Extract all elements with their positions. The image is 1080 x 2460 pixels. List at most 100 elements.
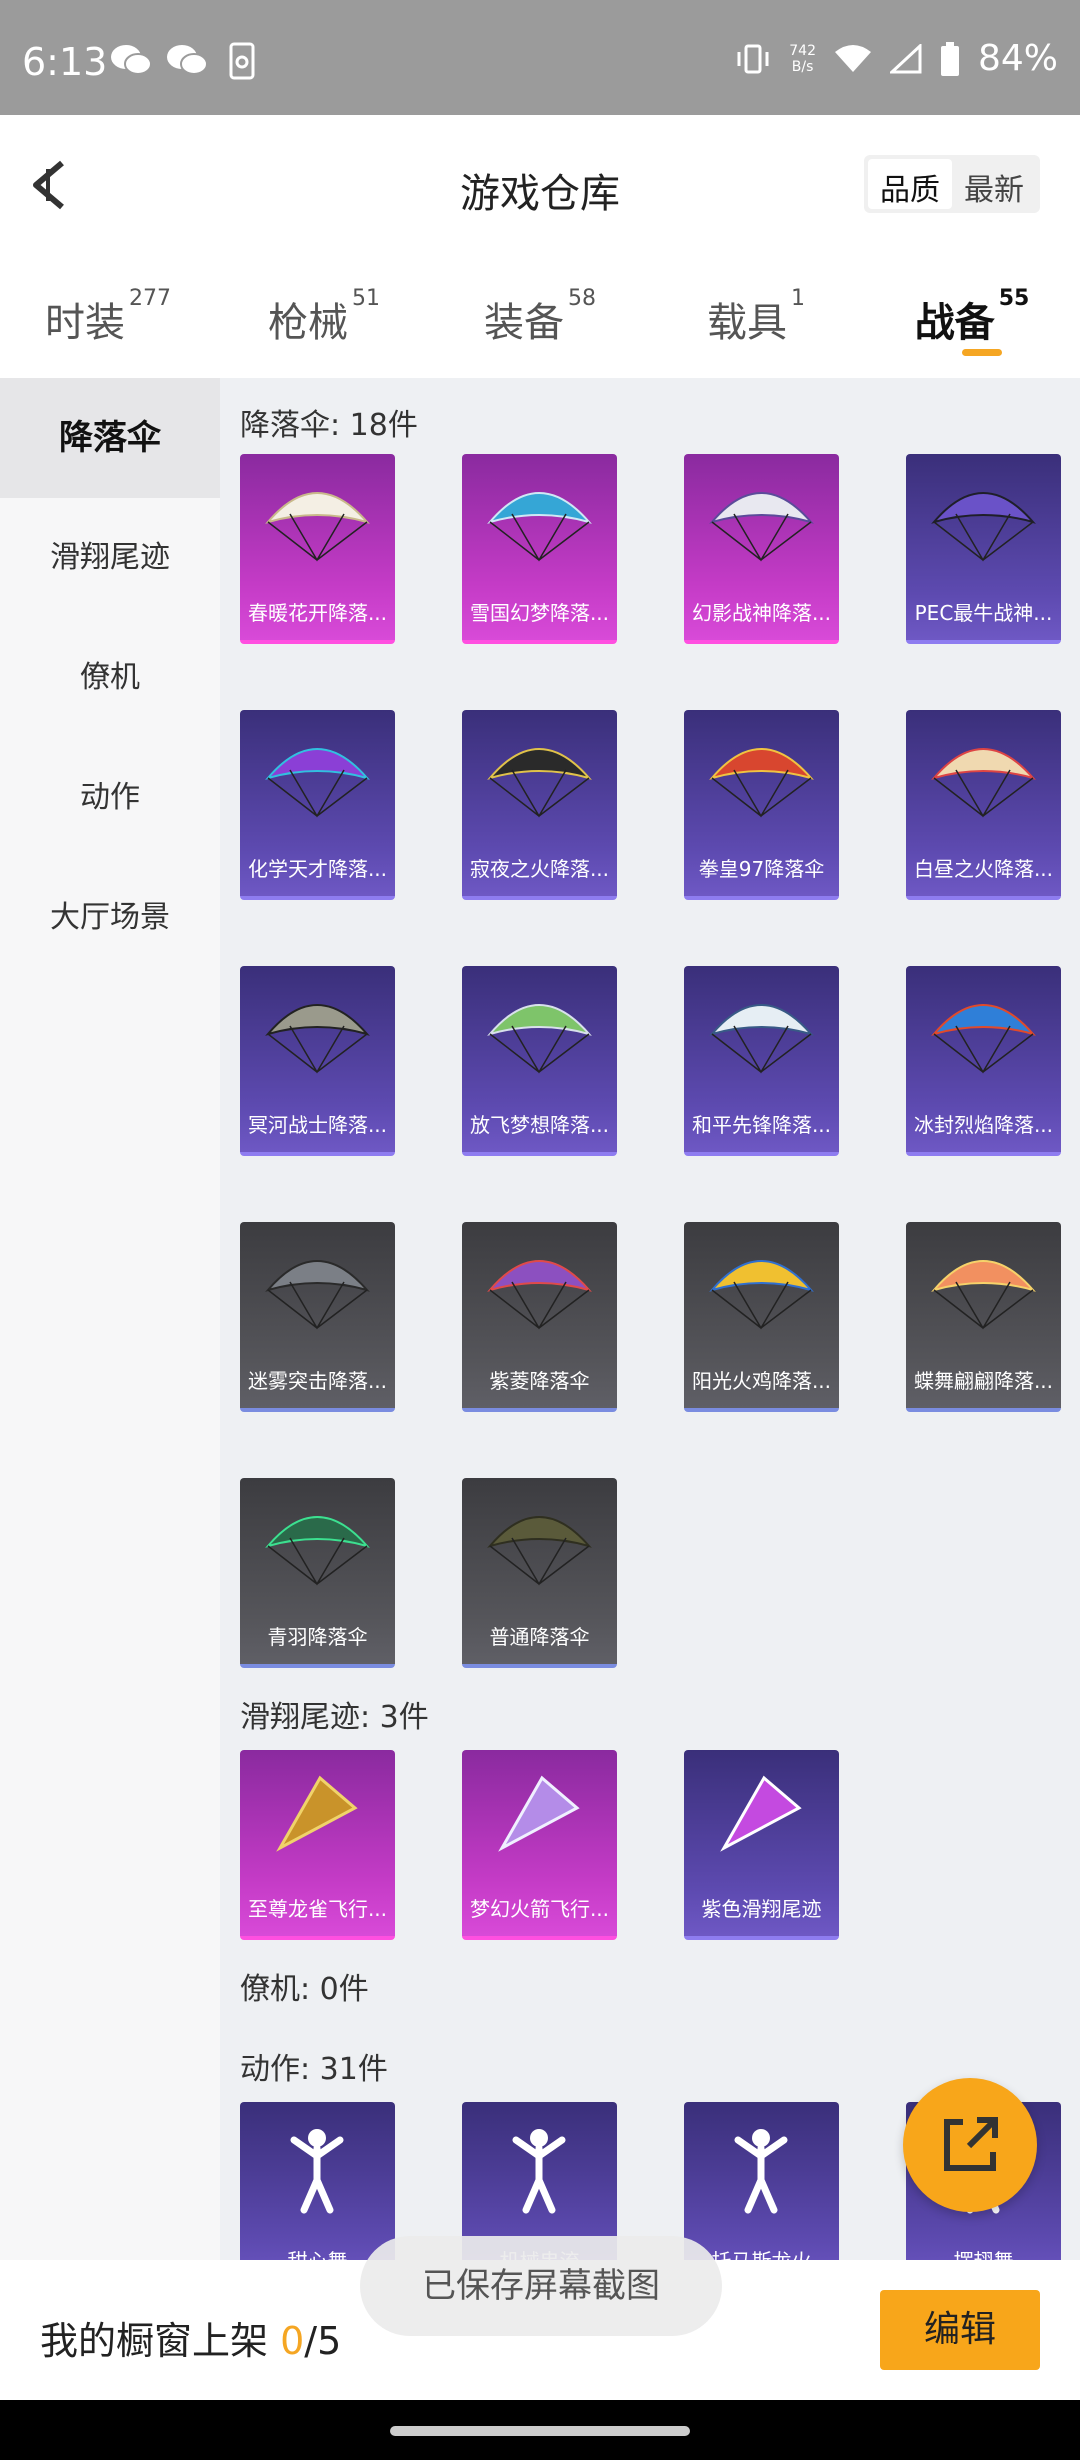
cell-signal-icon (889, 43, 922, 73)
category-tabs: 时装277 枪械51 装备58 载具1 战备55 (0, 270, 1080, 370)
item-card[interactable]: 和平先锋降落... (684, 966, 839, 1156)
item-name: 梦幻火箭飞行... (469, 1897, 610, 1921)
item-name: 阳光火鸡降落... (691, 1369, 832, 1393)
sidebar-item-emote[interactable]: 动作 (0, 738, 220, 858)
parachute-icon (709, 1004, 814, 1074)
system-nav-bar (0, 2400, 1080, 2460)
item-name: 普通降落伞 (489, 1625, 590, 1649)
item-card[interactable]: 拳皇97降落伞 (684, 710, 839, 900)
item-name: 白昼之火降落... (913, 857, 1054, 881)
item-name: 幻影战神降落... (691, 601, 832, 625)
parachute-icon (265, 492, 370, 562)
parachute-icon (265, 1260, 370, 1330)
wifi-icon (834, 44, 871, 72)
item-name: 紫菱降落伞 (489, 1369, 590, 1393)
item-name: 寂夜之火降落... (469, 857, 610, 881)
item-name: 拳皇97降落伞 (698, 857, 825, 881)
item-card[interactable]: 冰封烈焰降落... (906, 966, 1061, 1156)
item-name: 青羽降落伞 (267, 1625, 368, 1649)
item-name: 化学天才降落... (247, 857, 388, 881)
tab-firearms[interactable]: 枪械51 (216, 270, 432, 370)
item-card[interactable]: 白昼之火降落... (906, 710, 1061, 900)
item-name: 摆翅舞 (906, 2245, 1061, 2260)
item-card[interactable]: 迷雾突击降落... (240, 1222, 395, 1412)
item-card[interactable]: 紫菱降落伞 (462, 1222, 617, 1412)
item-card[interactable]: 幻影战神降落... (684, 454, 839, 644)
item-name: 蝶舞翩翩降落... (913, 1369, 1054, 1393)
parachute-icon (709, 1260, 814, 1330)
item-card[interactable]: 至尊龙雀飞行... (240, 1750, 395, 1940)
battery-percent: 84% (977, 38, 1058, 79)
tab-fashion[interactable]: 时装277 (0, 270, 216, 370)
item-card[interactable]: 梦幻火箭飞行... (462, 1750, 617, 1940)
trail-icon (276, 1775, 358, 1852)
item-card[interactable]: 甜心舞 (240, 2102, 395, 2260)
emote-figure-icon (512, 2129, 566, 2214)
section-title-emote: 动作: 31件 (240, 2052, 388, 2087)
parachute-icon (487, 1004, 592, 1074)
toast-message: 已保存屏幕截图 (360, 2236, 722, 2336)
sidebar-item-lobby-scene[interactable]: 大厅场景 (0, 858, 220, 978)
parachute-icon (709, 748, 814, 818)
item-card[interactable]: 紫色滑翔尾迹 (684, 1750, 839, 1940)
emote-figure-icon (290, 2129, 344, 2214)
edit-button[interactable]: 编辑 (880, 2290, 1040, 2370)
item-card[interactable]: 青羽降落伞 (240, 1478, 395, 1668)
sort-quality-button[interactable]: 品质 (868, 159, 952, 209)
parachute-icon (931, 748, 1036, 818)
item-name: 雪国幻梦降落... (469, 601, 610, 625)
section-title-parachute: 降落伞: 18件 (240, 408, 418, 443)
trail-icon (498, 1775, 580, 1852)
item-name: 冰封烈焰降落... (913, 1113, 1054, 1137)
battery-icon (940, 41, 959, 76)
share-external-icon (944, 2117, 998, 2171)
parachute-icon (487, 492, 592, 562)
item-content: 降落伞: 18件 春暖花开降落... 雪国幻梦降落... 幻影战神降落... PEC最… (240, 378, 1080, 2260)
status-bar: 6:13 742 B/s 84% (0, 0, 1080, 115)
trail-icon (720, 1775, 802, 1852)
parachute-icon (931, 1004, 1036, 1074)
sort-toggle[interactable]: 品质 最新 (864, 155, 1040, 213)
item-name: PEC最牛战神... (914, 601, 1053, 625)
sort-newest-button[interactable]: 最新 (952, 159, 1036, 209)
item-card[interactable]: 蝶舞翩翩降落... (906, 1222, 1061, 1412)
vibrate-icon (737, 44, 769, 73)
item-card[interactable]: 普通降落伞 (462, 1478, 617, 1668)
tab-battle-gear[interactable]: 战备55 (864, 270, 1080, 370)
sidebar-item-wingman[interactable]: 僚机 (0, 618, 220, 738)
parachute-icon (265, 1004, 370, 1074)
section-title-wingman: 僚机: 0件 (240, 1972, 369, 2007)
item-card[interactable]: 雪国幻梦降落... (462, 454, 617, 644)
showcase-count: 0 (280, 2319, 305, 2363)
item-name: 冥河战士降落... (247, 1113, 388, 1137)
item-card[interactable]: 寂夜之火降落... (462, 710, 617, 900)
item-card[interactable]: 冥河战士降落... (240, 966, 395, 1156)
tab-vehicles[interactable]: 载具1 (648, 270, 864, 370)
item-card[interactable]: PEC最牛战神... (906, 454, 1061, 644)
status-time: 6:13 (22, 40, 108, 84)
item-card[interactable]: 托马斯龙火 (684, 2102, 839, 2260)
parachute-icon (487, 1260, 592, 1330)
item-card[interactable]: 春暖花开降落... (240, 454, 395, 644)
header: 游戏仓库 品质 最新 (0, 115, 1080, 255)
item-card[interactable]: 放飞梦想降落... (462, 966, 617, 1156)
sidebar-item-glide-trail[interactable]: 滑翔尾迹 (0, 498, 220, 618)
parachute-icon (931, 1260, 1036, 1330)
item-card[interactable]: 阳光火鸡降落... (684, 1222, 839, 1412)
section-title-trail: 滑翔尾迹: 3件 (240, 1700, 429, 1735)
tab-equipment[interactable]: 装备58 (432, 270, 648, 370)
parachute-icon (265, 748, 370, 818)
parachute-icon (487, 1516, 592, 1586)
parachute-icon (487, 748, 592, 818)
item-name: 春暖花开降落... (247, 601, 388, 625)
wechat-icon (167, 45, 208, 75)
item-name: 和平先锋降落... (691, 1113, 832, 1137)
share-fab[interactable] (903, 2078, 1037, 2212)
sidebar-item-parachute[interactable]: 降落伞 (0, 378, 220, 498)
emote-figure-icon (734, 2129, 788, 2214)
item-name: 迷雾突击降落... (247, 1369, 388, 1393)
item-name: 至尊龙雀飞行... (247, 1897, 388, 1921)
sidebar: 降落伞 滑翔尾迹 僚机 动作 大厅场景 (0, 378, 220, 2260)
home-handle[interactable] (390, 2426, 690, 2436)
item-card[interactable]: 化学天才降落... (240, 710, 395, 900)
